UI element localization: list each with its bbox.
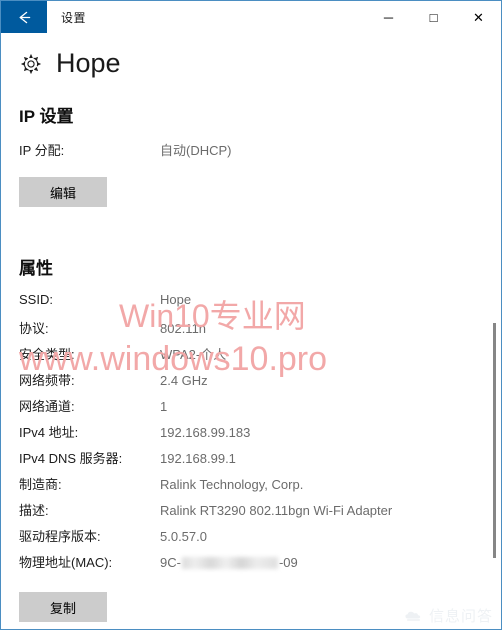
network-channel-value: 1 — [160, 399, 168, 414]
edit-button-container: 编辑 — [1, 177, 501, 207]
network-band-value: 2.4 GHz — [160, 373, 208, 388]
mac-suffix: -09 — [278, 555, 298, 570]
table-row: 制造商: Ralink Technology, Corp. — [19, 474, 501, 500]
table-row: 网络频带: 2.4 GHz — [19, 370, 501, 396]
properties-heading: 属性 — [19, 259, 53, 278]
table-row: IPv4 地址: 192.168.99.183 — [19, 422, 501, 448]
description-value: Ralink RT3290 802.11bgn Wi-Fi Adapter — [160, 503, 393, 518]
maximize-button[interactable]: □ — [411, 1, 456, 33]
network-band-label: 网络频带: — [19, 373, 75, 388]
close-icon: ✕ — [473, 9, 484, 25]
minimize-icon: ─ — [383, 9, 394, 25]
table-row: 协议: 802.11n — [19, 318, 501, 344]
copy-button[interactable]: 复制 — [19, 592, 107, 622]
table-row: 安全类型: WPA2-个人 — [19, 344, 501, 370]
minimize-button[interactable]: ─ — [366, 1, 411, 33]
table-row: SSID: Hope — [19, 292, 501, 318]
ip-settings-table: IP 分配: 自动(DHCP) — [1, 140, 501, 166]
ipv4-address-label: IPv4 地址: — [19, 425, 79, 440]
network-channel-label: 网络通道: — [19, 399, 75, 414]
ipv4-dns-label: IPv4 DNS 服务器: — [19, 451, 123, 466]
security-type-value: WPA2-个人 — [160, 347, 227, 362]
close-button[interactable]: ✕ — [456, 1, 501, 33]
table-row: 描述: Ralink RT3290 802.11bgn Wi-Fi Adapte… — [19, 500, 501, 526]
settings-content: Hope IP 设置 IP 分配: 自动(DHCP) 编辑 属性 SSID: H… — [1, 33, 501, 629]
ip-assignment-value: 自动(DHCP) — [160, 143, 232, 158]
gear-icon — [19, 52, 43, 76]
protocol-value: 802.11n — [160, 321, 207, 336]
maximize-icon: □ — [429, 9, 438, 25]
table-row: IPv4 DNS 服务器: 192.168.99.1 — [19, 448, 501, 474]
driver-version-value: 5.0.57.0 — [160, 529, 207, 544]
security-type-label: 安全类型: — [19, 347, 75, 362]
edit-button[interactable]: 编辑 — [19, 177, 107, 207]
manufacturer-label: 制造商: — [19, 477, 62, 492]
manufacturer-value: Ralink Technology, Corp. — [160, 477, 304, 492]
mac-address-value: 9C- -09 — [160, 555, 298, 570]
properties-table: SSID: Hope 协议: 802.11n 安全类型: WPA2-个人 网络频… — [1, 292, 501, 578]
table-row: 驱动程序版本: 5.0.57.0 — [19, 526, 501, 552]
table-row: 网络通道: 1 — [19, 396, 501, 422]
table-row: IP 分配: 自动(DHCP) — [19, 140, 501, 166]
description-label: 描述: — [19, 503, 49, 518]
copy-button-container: 复制 — [1, 592, 501, 622]
window-title: 设置 — [61, 10, 87, 25]
driver-version-label: 驱动程序版本: — [19, 529, 101, 544]
window-controls: ─ □ ✕ — [366, 1, 501, 33]
page-header: Hope — [1, 33, 501, 77]
ssid-value: Hope — [160, 292, 192, 307]
table-row: 物理地址(MAC): 9C- -09 — [19, 552, 501, 578]
vertical-scrollbar-thumb[interactable] — [493, 323, 496, 558]
ssid-label: SSID: — [19, 292, 53, 307]
ipv4-dns-value: 192.168.99.1 — [160, 451, 236, 466]
ip-assignment-label: IP 分配: — [19, 143, 65, 158]
protocol-label: 协议: — [19, 321, 49, 336]
settings-window: 设置 ─ □ ✕ Hope IP 设置 IP 分配: 自动(DHCP) 编辑 属… — [0, 0, 502, 630]
ip-settings-heading: IP 设置 — [19, 107, 74, 126]
back-button[interactable] — [1, 1, 47, 33]
mac-prefix: 9C- — [160, 555, 181, 570]
mac-address-label: 物理地址(MAC): — [19, 555, 113, 570]
ipv4-address-value: 192.168.99.183 — [160, 425, 251, 440]
title-bar: 设置 ─ □ ✕ — [1, 1, 501, 33]
mac-redaction-blur — [181, 557, 278, 569]
back-arrow-icon — [15, 8, 34, 27]
page-title: Hope — [56, 48, 121, 78]
